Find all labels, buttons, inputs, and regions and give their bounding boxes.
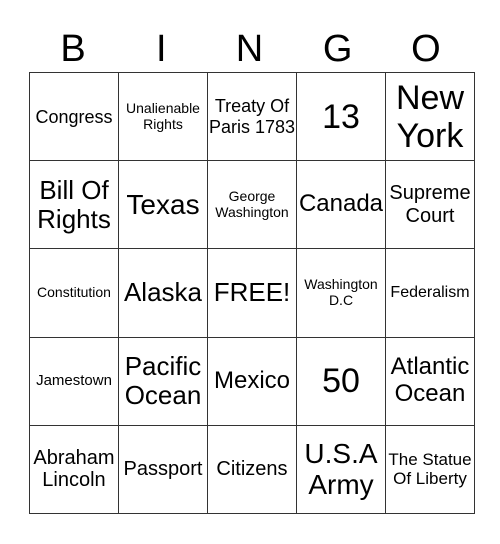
header-letter-b: B (60, 28, 86, 70)
grid-row: Abraham Lincoln Passport Citizens U.S.A … (29, 424, 475, 515)
bingo-cell[interactable]: New York (385, 71, 475, 162)
bingo-cell[interactable]: Canada (296, 160, 386, 250)
bingo-grid: Congress Unalienable Rights Treaty Of Pa… (29, 71, 475, 515)
bingo-cell[interactable]: Atlantic Ocean (385, 336, 475, 426)
header-letter-g: G (322, 28, 353, 70)
bingo-cell[interactable]: George Washington (207, 160, 297, 250)
bingo-cell[interactable]: Texas (118, 160, 208, 250)
bingo-cell[interactable]: Supreme Court (385, 160, 475, 250)
grid-row: Constitution Alaska FREE! Washington D.C… (29, 248, 475, 338)
bingo-header: B I N G O (29, 26, 470, 72)
bingo-cell[interactable]: Congress (29, 71, 119, 162)
bingo-cell[interactable]: Unalienable Rights (118, 71, 208, 162)
bingo-cell[interactable]: Abraham Lincoln (29, 424, 119, 515)
bingo-cell[interactable]: Treaty Of Paris 1783 (207, 71, 297, 162)
bingo-cell[interactable]: Pacific Ocean (118, 336, 208, 426)
header-letter-o: O (411, 28, 441, 70)
bingo-cell[interactable]: The Statue Of Liberty (385, 424, 475, 515)
bingo-cell[interactable]: Washington D.C (296, 248, 386, 338)
bingo-cell[interactable]: Constitution (29, 248, 119, 338)
grid-row: Bill Of Rights Texas George Washington C… (29, 160, 475, 250)
free-space-cell[interactable]: FREE! (207, 248, 297, 338)
header-letter-n: N (235, 28, 264, 70)
grid-row: Congress Unalienable Rights Treaty Of Pa… (29, 71, 475, 162)
bingo-cell[interactable]: Federalism (385, 248, 475, 338)
header-letter-i: I (156, 28, 167, 70)
bingo-cell[interactable]: Passport (118, 424, 208, 515)
bingo-cell[interactable]: U.S.A Army (296, 424, 386, 515)
bingo-cell[interactable]: Jamestown (29, 336, 119, 426)
bingo-cell[interactable]: Citizens (207, 424, 297, 515)
bingo-cell[interactable]: Bill Of Rights (29, 160, 119, 250)
bingo-cell[interactable]: Mexico (207, 336, 297, 426)
grid-row: Jamestown Pacific Ocean Mexico 50 Atlant… (29, 336, 475, 426)
bingo-cell[interactable]: 13 (296, 71, 386, 162)
bingo-cell[interactable]: 50 (296, 336, 386, 426)
bingo-cell[interactable]: Alaska (118, 248, 208, 338)
